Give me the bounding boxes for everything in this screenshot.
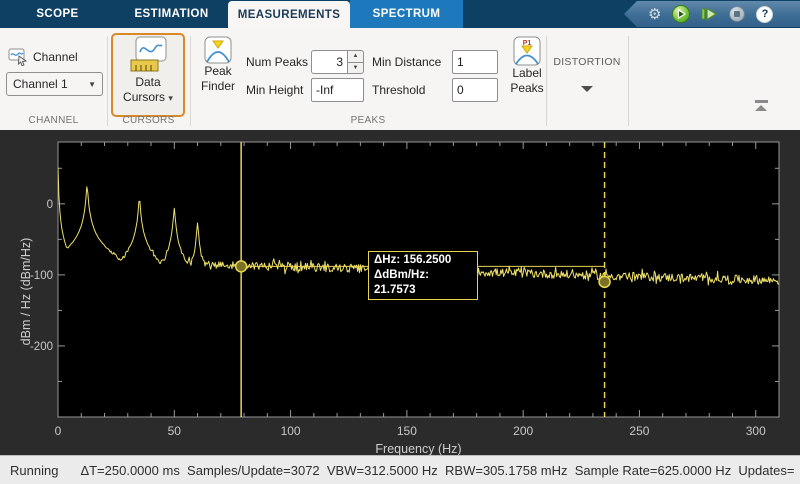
status-metrics: ΔT=250.0000 ms Samples/Update=3072 VBW=3… <box>80 463 794 478</box>
data-cursors-label-line1: Data <box>135 75 160 90</box>
cursor-marker-1[interactable] <box>236 261 247 272</box>
x-tick-label: 150 <box>397 424 417 438</box>
play-icon <box>675 8 687 20</box>
label-peaks-label-line2: Peaks <box>510 81 543 96</box>
chevron-down-icon: ▾ <box>168 93 173 103</box>
distortion-section-label: DISTORTION <box>553 56 620 68</box>
rerun-settings-icon[interactable]: ⚙ <box>648 7 661 22</box>
cursor-delta-readout[interactable]: ΔHz: 156.2500 ΔdBm/Hz: 21.7573 <box>368 251 478 300</box>
peak-finder-label-line2: Finder <box>201 79 235 94</box>
x-tick-label: 200 <box>513 424 533 438</box>
channel-dropdown[interactable]: Channel 1 ▼ <box>6 72 103 96</box>
toolstrip-tabbar: SCOPE ESTIMATION MEASUREMENTS SPECTRUM ⚙… <box>0 0 800 28</box>
min-distance-input[interactable] <box>452 50 498 74</box>
stop-icon <box>734 11 740 17</box>
x-tick-label: 100 <box>281 424 301 438</box>
data-cursors-icon <box>125 35 171 75</box>
step-forward-icon <box>701 7 718 21</box>
tab-measurements[interactable]: MEASUREMENTS <box>228 1 350 29</box>
threshold-input[interactable] <box>452 78 498 102</box>
simulation-toolbar: ⚙ ? <box>624 1 800 27</box>
spectrum-plot-area: 0 50 100 150 200 250 300 0 -100 -200 Frequency (Hz… <box>0 130 800 455</box>
peaks-section-label: PEAKS <box>190 115 546 126</box>
cursors-section-label: CURSORS <box>107 115 190 126</box>
section-separator <box>628 36 629 126</box>
channel-label: Channel <box>33 50 78 64</box>
label-peaks-label-line1: Label <box>512 66 541 81</box>
peak-finder-icon <box>204 36 232 64</box>
channel-section-label: CHANNEL <box>0 115 107 126</box>
x-tick-label: 300 <box>746 424 766 438</box>
section-separator <box>190 36 191 126</box>
y-tick-label: 0 <box>47 199 53 211</box>
chevron-down-icon <box>581 86 593 92</box>
delta-hz-value: ΔHz: 156.2500 <box>374 253 472 268</box>
stop-button[interactable] <box>729 6 745 22</box>
tab-estimation[interactable]: ESTIMATION <box>115 0 228 28</box>
channel-icon <box>8 48 28 66</box>
help-button[interactable]: ? <box>756 6 773 23</box>
label-peaks-button[interactable]: P1 Label Peaks <box>504 36 550 96</box>
tab-spectrum[interactable]: SPECTRUM <box>350 0 463 28</box>
status-state: Running <box>10 463 58 478</box>
threshold-label: Threshold <box>372 83 425 97</box>
y-tick-label: -100 <box>30 270 53 282</box>
step-forward-button[interactable] <box>701 7 718 21</box>
x-tick-label: 0 <box>55 424 62 438</box>
section-separator <box>107 36 108 126</box>
label-peaks-icon: P1 <box>513 36 541 66</box>
collapse-ribbon-button[interactable] <box>754 100 768 111</box>
cursor-marker-2[interactable] <box>599 276 610 287</box>
collapse-ribbon-icon <box>755 105 767 111</box>
spinner-down-button[interactable]: ▼ <box>347 62 364 75</box>
distortion-dropdown-button[interactable]: DISTORTION <box>548 46 626 118</box>
x-tick-label: 250 <box>629 424 649 438</box>
x-tick-label: 50 <box>168 424 182 438</box>
spinner-up-button[interactable]: ▲ <box>347 50 364 62</box>
x-axis-label: Frequency (Hz) <box>375 442 461 455</box>
peak-finder-label-line1: Peak <box>204 64 231 79</box>
num-peaks-label: Num Peaks <box>246 55 308 69</box>
data-cursors-button[interactable]: Data Cursors ▾ <box>111 33 185 117</box>
min-distance-label: Min Distance <box>372 55 441 69</box>
spectrum-analyzer-window: SCOPE ESTIMATION MEASUREMENTS SPECTRUM ⚙… <box>0 0 800 484</box>
num-peaks-input[interactable] <box>311 50 348 74</box>
collapse-ribbon-icon <box>755 100 768 103</box>
section-separator <box>546 36 547 126</box>
peak-finder-button[interactable]: Peak Finder <box>194 36 242 94</box>
num-peaks-spinner: ▲ ▼ <box>347 50 364 74</box>
y-tick-label: -200 <box>30 341 53 353</box>
data-cursors-label-line2: Cursors ▾ <box>123 90 173 106</box>
tab-scope[interactable]: SCOPE <box>0 0 115 28</box>
min-height-input[interactable] <box>311 78 364 102</box>
channel-dropdown-value: Channel 1 <box>13 77 68 91</box>
min-height-label: Min Height <box>246 83 303 97</box>
measurements-ribbon: Channel Channel 1 ▼ CHANNEL Data Cursors… <box>0 28 800 130</box>
chevron-down-icon: ▼ <box>88 80 96 89</box>
status-bar: Running ΔT=250.0000 ms Samples/Update=30… <box>0 455 800 484</box>
channel-selector[interactable]: Channel <box>8 48 78 66</box>
delta-dbm-value: ΔdBm/Hz: 21.7573 <box>374 268 472 298</box>
run-button[interactable] <box>672 5 690 23</box>
y-axis-label: dBm / Hz (dBm/Hz) <box>19 238 33 346</box>
